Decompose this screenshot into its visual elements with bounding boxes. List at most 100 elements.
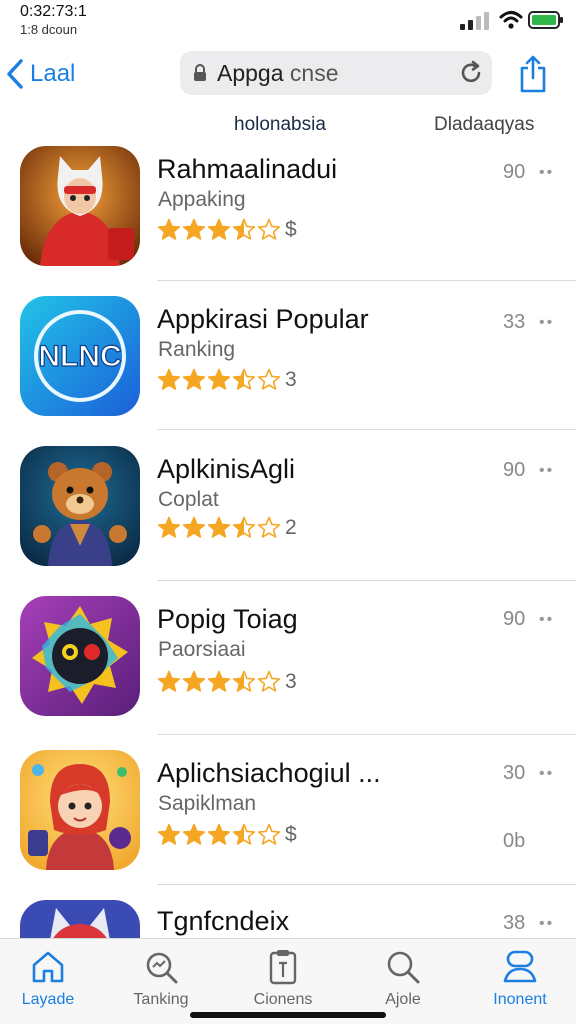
status-subtext: 1:8 dcoun bbox=[20, 22, 78, 37]
more-icon[interactable]: •• bbox=[539, 314, 554, 332]
rank-number: 30 bbox=[503, 762, 526, 784]
rating-stars: 2 bbox=[157, 516, 297, 540]
app-icon-gear-character bbox=[20, 596, 140, 716]
app-icon-girl bbox=[20, 750, 140, 870]
address-rest: cnse bbox=[289, 59, 339, 86]
back-button[interactable]: Laal bbox=[6, 56, 75, 92]
list-item[interactable]: AplkinisAgli Coplat 2 90 •• bbox=[0, 442, 576, 592]
list-item[interactable]: Rahmaalinadui Appaking $ 90 •• bbox=[0, 142, 576, 292]
clipboard-icon bbox=[269, 950, 297, 985]
list-item[interactable]: Aplichsiachogiul ... Sapiklman $ 30 •• 0… bbox=[0, 742, 576, 892]
signal-icon bbox=[460, 12, 489, 30]
more-icon[interactable]: •• bbox=[539, 915, 554, 933]
lock-icon bbox=[194, 64, 206, 81]
secondary-value: 0b bbox=[503, 830, 526, 852]
list-item[interactable]: NLNC Appkirasi Popular Ranking 3 33 •• bbox=[0, 292, 576, 442]
tab-label: Tanking bbox=[133, 991, 189, 1008]
list-item[interactable]: Tgnfcndeix 38 •• bbox=[0, 892, 576, 938]
rating-count: $ bbox=[285, 823, 297, 846]
battery-icon bbox=[528, 11, 563, 29]
app-icon-cat bbox=[20, 900, 140, 938]
star-icon bbox=[182, 368, 206, 390]
list-item[interactable]: Popig Toiag Paorsiaai 3 90 •• bbox=[0, 592, 576, 742]
app-icon-ninja bbox=[20, 146, 140, 266]
app-icon-bear bbox=[20, 446, 140, 566]
more-icon[interactable]: •• bbox=[539, 164, 554, 182]
divider bbox=[157, 734, 576, 735]
star-icon bbox=[207, 516, 231, 538]
star-icon bbox=[257, 823, 281, 845]
app-subtitle: Ranking bbox=[158, 338, 236, 361]
rating-count: 3 bbox=[285, 670, 297, 693]
star-icon bbox=[157, 368, 181, 390]
tab-tanking[interactable]: Tanking bbox=[113, 947, 209, 1009]
rating-count: 2 bbox=[285, 516, 297, 539]
app-subtitle: Coplat bbox=[158, 488, 219, 511]
star-icon bbox=[182, 218, 206, 240]
tab-dladaaqyas[interactable]: Dladaaqyas bbox=[434, 114, 534, 136]
back-label: Laal bbox=[30, 60, 76, 87]
app-title: Rahmaalinadui bbox=[157, 154, 338, 184]
home-indicator bbox=[190, 1012, 386, 1018]
star-icon bbox=[157, 823, 181, 845]
navigation-bar: Laal Appga cnse bbox=[0, 48, 576, 100]
app-subtitle: Paorsiaai bbox=[158, 638, 246, 661]
rank-number: 90 bbox=[503, 608, 526, 630]
app-subtitle: Appaking bbox=[158, 188, 246, 211]
divider bbox=[157, 429, 576, 430]
star-icon bbox=[182, 516, 206, 538]
address-text: Appga cnse bbox=[217, 60, 339, 87]
rating-count: 3 bbox=[285, 368, 297, 391]
home-icon bbox=[32, 951, 64, 983]
star-icon bbox=[207, 218, 231, 240]
app-subtitle: Sapiklman bbox=[158, 792, 257, 815]
tab-label: Layade bbox=[21, 991, 75, 1008]
star-icon bbox=[257, 218, 281, 240]
star-icon bbox=[157, 218, 181, 240]
rating-count: $ bbox=[285, 218, 297, 241]
star-icon bbox=[157, 670, 181, 692]
rank-number: 90 bbox=[503, 459, 526, 481]
app-title: Popig Toiag bbox=[157, 604, 298, 634]
tab-cionens[interactable]: Cionens bbox=[235, 947, 331, 1009]
more-icon[interactable]: •• bbox=[539, 611, 554, 629]
rank-number: 90 bbox=[503, 161, 526, 183]
tab-layade[interactable]: Layade bbox=[0, 947, 96, 1009]
rating-stars: $ bbox=[157, 218, 297, 242]
star-icon bbox=[257, 670, 281, 692]
star-icon bbox=[257, 516, 281, 538]
star-icon bbox=[182, 823, 206, 845]
star-icon bbox=[157, 516, 181, 538]
app-icon-nlnc: NLNC bbox=[20, 296, 140, 416]
tab-inonent[interactable]: Inonent bbox=[472, 947, 568, 1009]
ranking-search-icon bbox=[146, 952, 178, 984]
app-title: Aplichsiachogiul ... bbox=[157, 758, 381, 788]
rating-stars: 3 bbox=[157, 368, 297, 392]
star-icon bbox=[232, 368, 256, 390]
star-icon bbox=[232, 670, 256, 692]
status-bar: 0:32:73:1 1:8 dcoun bbox=[0, 0, 576, 42]
star-icon bbox=[232, 516, 256, 538]
star-icon bbox=[257, 368, 281, 390]
search-icon bbox=[387, 951, 420, 984]
status-time: 0:32:73:1 bbox=[20, 3, 87, 20]
rating-stars: 3 bbox=[157, 670, 297, 694]
reload-icon[interactable] bbox=[458, 60, 484, 86]
tab-holonabsia[interactable]: holonabsia bbox=[234, 114, 326, 136]
star-icon bbox=[207, 670, 231, 692]
star-icon bbox=[207, 823, 231, 845]
app-title: Appkirasi Popular bbox=[157, 304, 369, 334]
address-main: Appga bbox=[217, 59, 284, 86]
more-icon[interactable]: •• bbox=[539, 462, 554, 480]
rank-number: 38 bbox=[503, 912, 526, 934]
more-icon[interactable]: •• bbox=[539, 765, 554, 783]
divider bbox=[157, 280, 576, 281]
address-bar[interactable]: Appga cnse bbox=[180, 51, 492, 95]
tab-ajole[interactable]: Ajole bbox=[355, 947, 451, 1009]
account-icon bbox=[503, 950, 537, 983]
tab-label: Ajole bbox=[385, 991, 421, 1008]
rank-number: 33 bbox=[503, 311, 526, 333]
tab-label: Cionens bbox=[253, 991, 313, 1008]
share-icon[interactable] bbox=[517, 54, 549, 94]
wifi-icon bbox=[499, 11, 523, 29]
